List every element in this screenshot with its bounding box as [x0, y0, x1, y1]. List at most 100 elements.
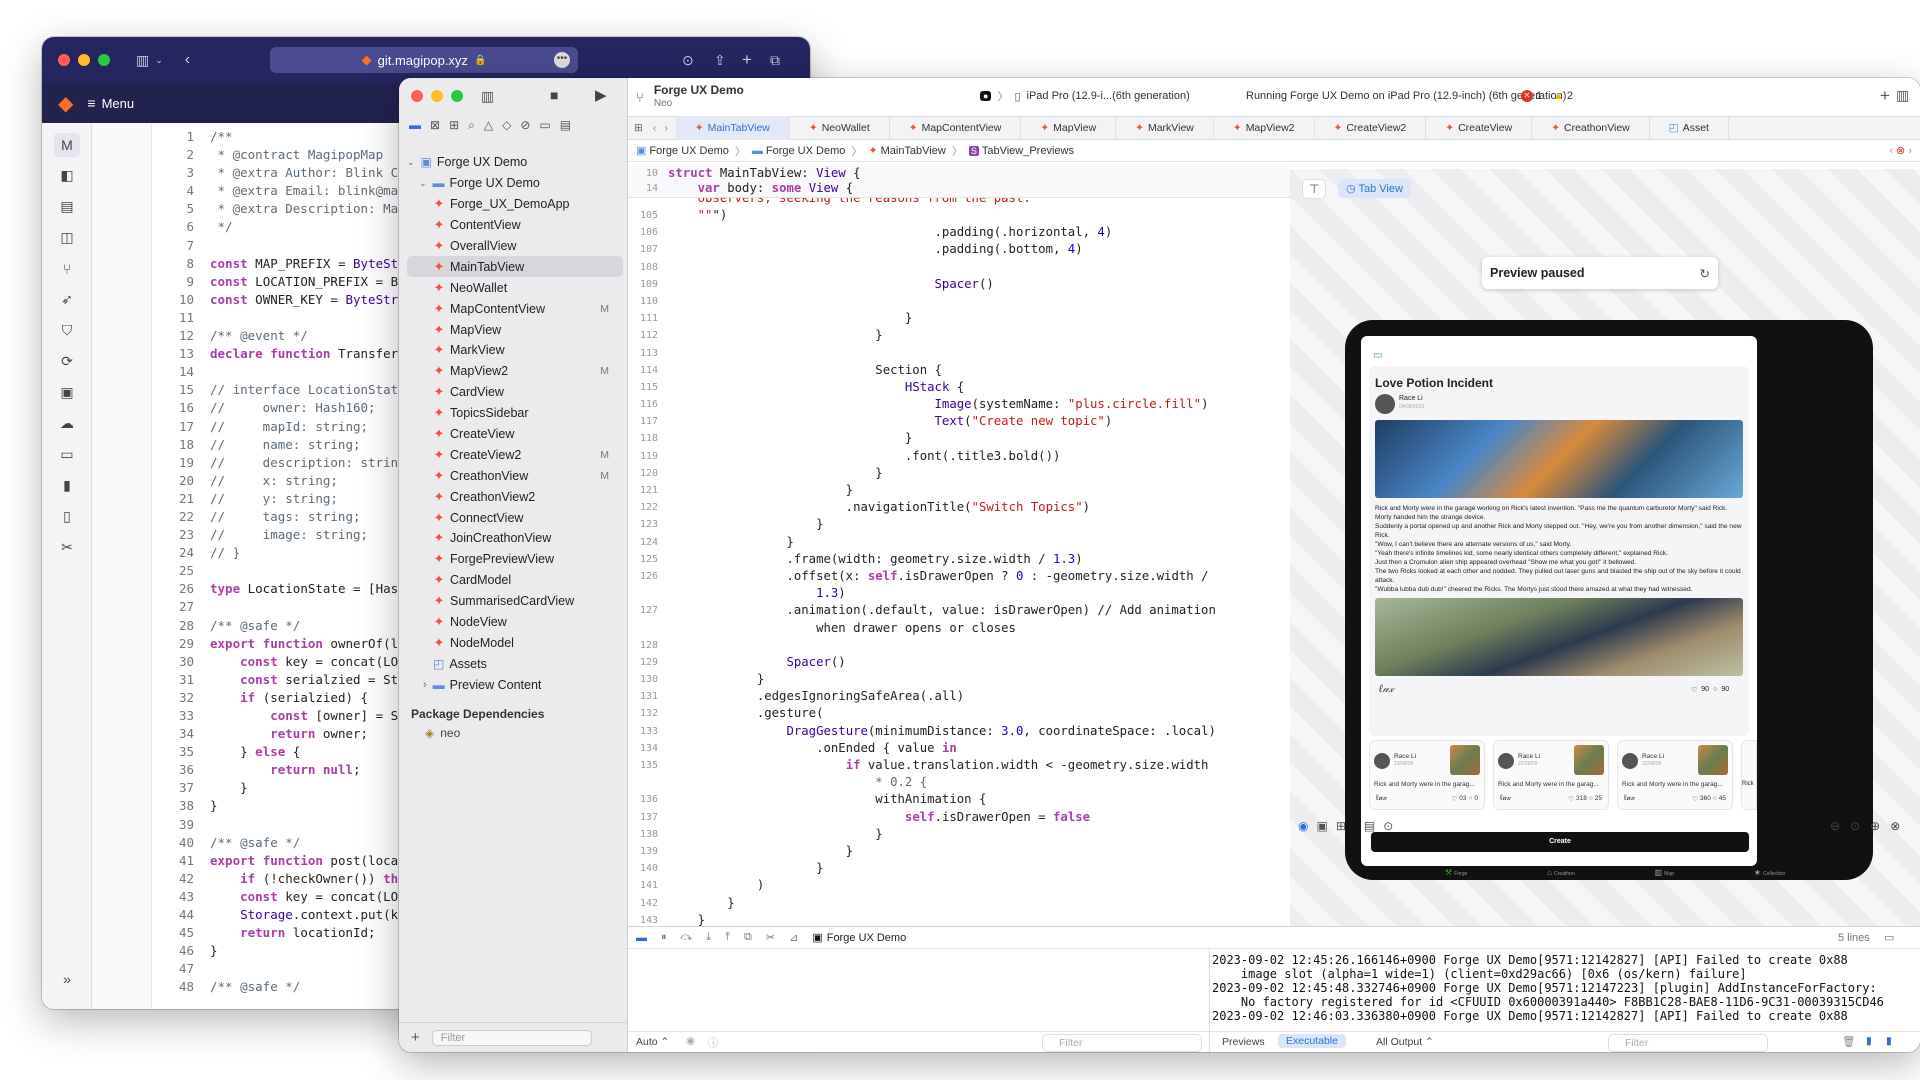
zoom-window-button[interactable] [451, 90, 463, 102]
snippets-icon[interactable]: ✂ [42, 532, 92, 563]
editor-tab[interactable]: ✦ CreateView [1426, 116, 1533, 140]
file-tree-item[interactable]: ✦ CreathonView2 [407, 486, 623, 507]
file-tree-item[interactable]: ✦ CreathonView M [407, 465, 623, 486]
console-output[interactable]: 2023-09-02 12:45:26.166146+0900 Forge UX… [1212, 953, 1920, 1025]
live-mode-icon[interactable]: ◉ [1298, 819, 1308, 833]
menu-label[interactable]: Menu [102, 96, 135, 111]
swift-code-editor[interactable]: observers, seeking the reasons from the … [628, 198, 1290, 926]
breakpoint-icon[interactable]: ▭ [539, 118, 550, 133]
device-settings-icon[interactable]: ▤ [1364, 819, 1375, 833]
chevron-down-icon[interactable]: ⌄ [155, 55, 163, 66]
issues-icon[interactable]: ◫ [42, 222, 92, 253]
editor-tab[interactable]: ✦ MainTabView [675, 116, 790, 140]
gitlab-logo-icon[interactable]: ◆ [58, 91, 73, 116]
minimize-window-button[interactable] [431, 90, 443, 102]
editor-tab[interactable]: ✦ NeoWallet [790, 116, 890, 140]
stop-icon[interactable]: ■ [550, 87, 558, 103]
close-window-button[interactable] [411, 90, 423, 102]
close-window-button[interactable] [58, 54, 70, 66]
split-icon[interactable]: ▭ [1884, 931, 1894, 944]
source-control-icon[interactable]: ⊠ [430, 118, 440, 133]
security-icon[interactable]: ⛉ [42, 315, 92, 346]
more-icon[interactable]: ••• [554, 52, 570, 68]
environment-icon[interactable]: ✂ [766, 931, 775, 944]
file-tree-item[interactable]: ⌄ ▬ Forge UX Demo [407, 173, 623, 194]
zoom-window-button[interactable] [98, 54, 110, 66]
debug-icon[interactable]: ⊘ [520, 118, 530, 133]
view-hierarchy-icon[interactable]: ⧉ [744, 931, 752, 944]
left-pane-icon[interactable]: ▮ [1866, 1035, 1872, 1047]
eye-icon[interactable]: ◉ [686, 1035, 695, 1047]
app-tab-item[interactable]: ★ Collection [1754, 868, 1785, 880]
file-tree-item[interactable]: ✦ CreateView [407, 424, 623, 445]
file-tree-item[interactable]: ✦ OverallView [407, 236, 623, 257]
info-icon[interactable]: ⓘ [708, 1035, 719, 1050]
collapse-sidebar-icon[interactable]: » [42, 963, 92, 994]
editor-tab[interactable]: ✦ CreateView2 [1315, 116, 1427, 140]
zoom-in-icon[interactable]: ⊕ [1870, 819, 1880, 833]
sidebar-icon[interactable]: ▭ [1373, 350, 1382, 361]
location-icon[interactable]: ⊿ [789, 931, 798, 944]
variables-filter[interactable]: Filter [1042, 1034, 1202, 1052]
find-icon[interactable]: ⌕ [468, 118, 475, 133]
mini-post-card[interactable]: Race Li 22/08/09 Rick and Morty were in th… [1617, 740, 1733, 810]
file-tree-item[interactable]: ✦ MarkView [407, 340, 623, 361]
file-tree-item[interactable]: › ▬ Preview Content [407, 674, 623, 695]
file-tree-item[interactable]: ✦ Forge_UX_DemoApp [407, 194, 623, 215]
editor-tab[interactable]: ✦ MapContentView [890, 116, 1022, 140]
file-tree-item[interactable]: ✦ NeoWallet [407, 277, 623, 298]
infrastructure-icon[interactable]: ☁ [42, 408, 92, 439]
console-filter[interactable]: Filter [1608, 1034, 1768, 1052]
variants-icon[interactable]: ⊞ [1336, 819, 1346, 833]
comment-icon[interactable]: ○ [1589, 795, 1593, 803]
filter-field[interactable]: Filter [431, 1029, 592, 1046]
pause-icon[interactable]: ⏸ [661, 931, 667, 944]
editor-tab[interactable]: ✦ MapView2 [1214, 116, 1315, 140]
packages-icon[interactable]: ▣ [42, 377, 92, 408]
comment-icon[interactable]: ○ [1468, 795, 1472, 803]
orientation-icon[interactable]: ⊙ [1383, 819, 1393, 833]
forward-nav-icon[interactable]: › [660, 122, 676, 134]
selectable-mode-icon[interactable]: ▣ [1316, 819, 1327, 833]
executable-segment[interactable]: Executable [1278, 1034, 1346, 1048]
file-tree-item[interactable]: ✦ CardModel [407, 570, 623, 591]
file-tree-item[interactable]: ✦ JoinCreathonView [407, 528, 623, 549]
hide-debug-icon[interactable]: ▬ [636, 932, 647, 944]
heart-icon[interactable]: ♡ [1691, 686, 1697, 694]
comment-icon[interactable]: ○ [1713, 686, 1717, 694]
preview-paused-banner[interactable]: Preview paused ↻ [1482, 257, 1718, 289]
test-icon[interactable]: ◇ [502, 118, 511, 133]
sidebar-toggle-icon[interactable]: ▥ [481, 88, 494, 105]
file-tree-item[interactable]: ✦ SummarisedCardView [407, 591, 623, 612]
package-item[interactable]: ◈ neo [425, 726, 460, 740]
file-tree-item[interactable]: ✦ NodeModel [407, 632, 623, 653]
file-tree-item[interactable]: ✦ MapContentView M [407, 298, 623, 319]
back-nav-icon[interactable]: ‹ [649, 122, 661, 134]
file-tree-item[interactable]: ✦ TopicsSidebar [407, 403, 623, 424]
comment-icon[interactable]: ○ [1713, 795, 1717, 803]
zoom-out-icon[interactable]: ⊖ [1830, 819, 1840, 833]
disclosure-icon[interactable]: ⌄ [407, 157, 415, 168]
previews-segment[interactable]: Previews [1222, 1036, 1265, 1048]
file-tree-item[interactable]: ✦ ContentView [407, 215, 623, 236]
wiki-icon[interactable]: ▯ [42, 501, 92, 532]
address-bar[interactable]: ◆ git.magipop.xyz 🔒 ••• [270, 47, 578, 73]
refresh-icon[interactable]: ↻ [1700, 266, 1710, 281]
step-in-icon[interactable]: ⤓ [706, 931, 711, 944]
step-out-icon[interactable]: ⤒ [725, 931, 730, 944]
file-tree-item[interactable]: ✦ CreateView2 M [407, 444, 623, 465]
editor-tab[interactable]: ◰ Asset [1650, 116, 1729, 140]
hamburger-icon[interactable]: ≡ [87, 95, 95, 111]
mini-post-card[interactable]: Race Li 22/08/09 Rick and Morty were in th… [1493, 740, 1609, 810]
inspector-toggle-icon[interactable]: ▥ [1896, 87, 1909, 104]
right-pane-icon[interactable]: ▮ [1886, 1035, 1892, 1047]
breadcrumb-item[interactable]: S TabView_Previews [968, 145, 1074, 157]
folder-icon[interactable]: ▬ [409, 118, 421, 133]
mini-post-card[interactable]: Race Li 23/08/09 Rick and Morty were in th… [1369, 740, 1485, 810]
pin-icon[interactable]: ⊤ [1302, 179, 1327, 199]
file-tree-item[interactable]: ✦ MapView [407, 319, 623, 340]
step-over-icon[interactable]: ⤼ [681, 931, 693, 944]
sidebar-toggle-icon[interactable]: ▥ [136, 52, 149, 69]
app-tab-item[interactable]: ⌂ Creathon [1547, 868, 1575, 880]
back-icon[interactable]: ‹ [185, 51, 190, 69]
